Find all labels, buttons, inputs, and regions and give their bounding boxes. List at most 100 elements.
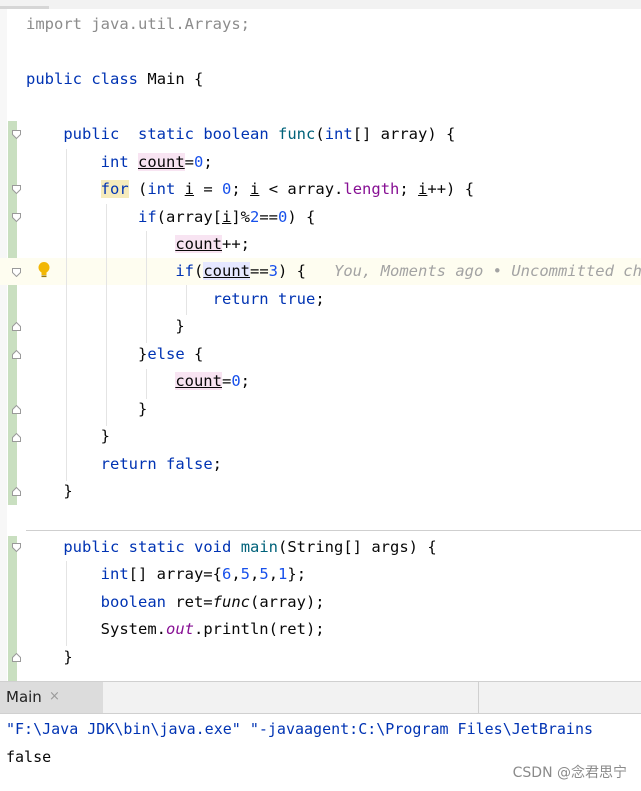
code-line-ret-decl: boolean ret=func(array);	[26, 589, 325, 616]
number-literal: 0	[231, 372, 241, 390]
expression: (array[	[156, 208, 222, 226]
fold-collapse-icon[interactable]	[12, 543, 21, 552]
semicolon: ;	[240, 372, 251, 390]
code-line-if: if(array[i]%2==0) {	[26, 204, 315, 231]
method-call: func	[212, 593, 250, 611]
brace: }	[63, 648, 73, 666]
keyword: if	[175, 262, 194, 280]
code-line-array-decl: int[] array={6,5,5,1};	[26, 561, 306, 588]
semicolon: ;	[399, 180, 419, 198]
csdn-watermark: CSDN @念君思宁	[512, 765, 627, 781]
semicolon: ;	[203, 153, 213, 171]
paren: (	[128, 180, 148, 198]
operator: ==	[259, 208, 279, 226]
code-editor[interactable]: import java.util.Arrays; public class Ma…	[0, 9, 641, 681]
fold-collapse-icon[interactable]	[12, 213, 21, 222]
fold-expand-icon[interactable]	[12, 350, 21, 359]
code-line-count-decl: int count=0;	[26, 149, 213, 176]
number-literal: 6	[221, 565, 232, 583]
variable-count: count	[175, 235, 222, 253]
fold-collapse-icon[interactable]	[12, 185, 21, 194]
comma: ,	[268, 565, 279, 583]
paren: ) {	[287, 208, 316, 226]
fold-expand-icon[interactable]	[12, 653, 21, 662]
operator: =	[221, 372, 232, 390]
class-name: Main	[147, 70, 185, 88]
variable-count: count	[138, 153, 185, 171]
keyword: public	[26, 70, 82, 88]
variable-i: i	[184, 180, 195, 198]
code-line-else: }else {	[26, 341, 203, 368]
fold-expand-icon[interactable]	[12, 487, 21, 496]
expression: < array.	[259, 180, 344, 198]
git-blame-hint[interactable]: You, Moments ago • Uncommitted changes	[334, 262, 641, 280]
semicolon: ;	[231, 180, 251, 198]
code-line-close-brace: }	[26, 644, 73, 671]
keyword: class	[91, 70, 139, 88]
semicolon: ;	[315, 290, 325, 308]
keyword: for	[100, 180, 129, 198]
code-line-close-brace: }	[26, 396, 147, 423]
brace: }	[100, 427, 110, 445]
brace: }	[137, 345, 148, 363]
fold-collapse-icon[interactable]	[12, 268, 21, 277]
method-call: .println(ret);	[193, 620, 325, 638]
method-name: main	[240, 538, 279, 556]
tool-window-toolbar-area	[478, 682, 641, 713]
comma: ,	[250, 565, 260, 583]
comma: ,	[231, 565, 241, 583]
keyword: void	[194, 538, 232, 556]
keyword: return	[100, 455, 157, 473]
variable-i: i	[221, 208, 232, 226]
code-line-return-false: return false;	[26, 451, 222, 478]
editor-gutter	[0, 9, 7, 681]
keyword: return	[212, 290, 269, 308]
brace: {	[194, 70, 204, 88]
close-icon[interactable]: ×	[49, 689, 60, 704]
keyword: boolean	[100, 593, 166, 611]
code-line-close-brace: }	[26, 423, 110, 450]
number-literal: 0	[222, 180, 232, 198]
keyword: else	[147, 345, 185, 363]
params: [] array) {	[352, 125, 456, 143]
code-line-count-reset: count=0;	[26, 368, 250, 395]
number-literal: 2	[250, 208, 260, 226]
operator: =	[184, 153, 195, 171]
keyword: import	[26, 15, 82, 33]
paren: (	[315, 125, 325, 143]
code-line-func-decl: public static boolean func(int[] array) …	[26, 121, 455, 148]
paren: (	[193, 262, 204, 280]
run-tab-label: Main	[6, 688, 42, 706]
keyword: true	[277, 290, 316, 308]
fold-expand-icon[interactable]	[12, 322, 21, 331]
vcs-change-marker[interactable]	[8, 121, 17, 505]
method-separator	[26, 530, 641, 531]
variable-count: count	[203, 262, 250, 280]
brace: }	[175, 317, 185, 335]
fold-expand-icon[interactable]	[12, 433, 21, 442]
keyword: int	[100, 153, 129, 171]
fold-collapse-icon[interactable]	[12, 130, 21, 139]
keyword: int	[324, 125, 353, 143]
keyword: int	[147, 180, 176, 198]
code-line-return-true: return true;	[26, 286, 325, 313]
keyword: false	[166, 455, 213, 473]
number-literal: 5	[259, 565, 269, 583]
operator: ++;	[221, 235, 250, 253]
operator: =	[194, 180, 223, 198]
code-line-main-decl: public static void main(String[] args) {	[26, 534, 436, 561]
fold-expand-icon[interactable]	[12, 405, 21, 414]
run-tab-main[interactable]: Main ×	[0, 682, 103, 713]
keyword: static	[138, 125, 194, 143]
operator: ==	[250, 262, 269, 280]
class-ref: System.	[100, 620, 166, 638]
expression: [] array={	[128, 565, 222, 583]
editor-tab-strip	[0, 0, 641, 9]
variable-i: i	[250, 180, 260, 198]
expression: (array);	[249, 593, 325, 611]
console-output: false	[6, 748, 52, 766]
code-line-import: import java.util.Arrays;	[26, 11, 250, 38]
number-literal: 0	[278, 208, 288, 226]
keyword: if	[137, 208, 157, 226]
code-line-println: System.out.println(ret);	[26, 616, 325, 643]
